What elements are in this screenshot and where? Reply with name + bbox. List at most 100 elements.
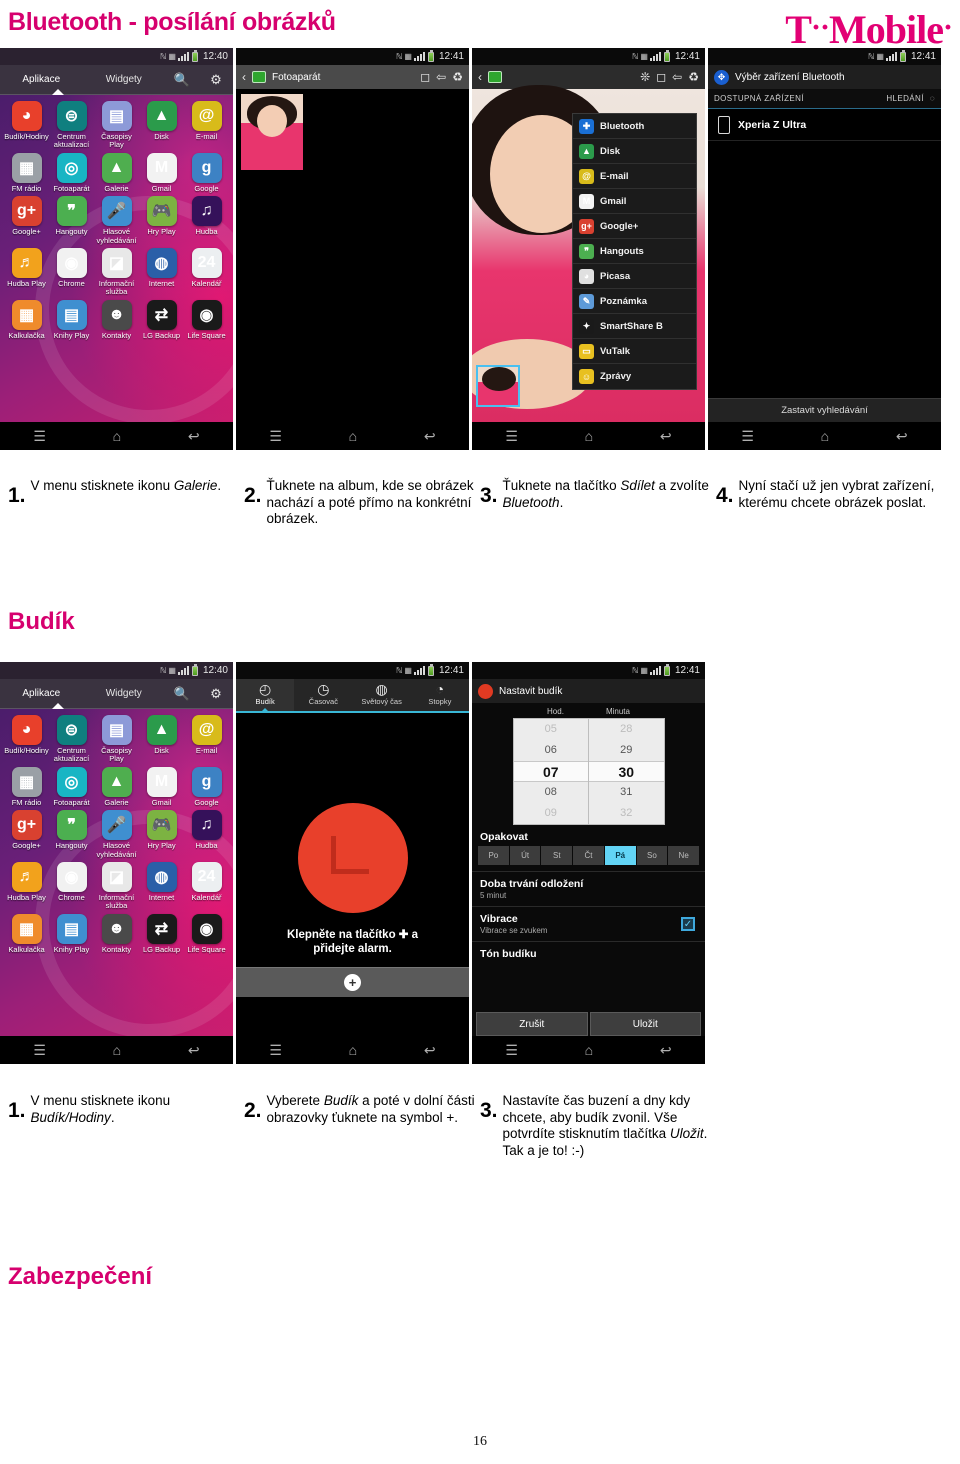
share-item-4[interactable]: g+ Google+ (573, 214, 696, 239)
app-icon-22[interactable]: ☻ Kontakty (94, 913, 139, 954)
menu-icon[interactable]: ☰ (269, 428, 282, 445)
back-icon[interactable]: ↩ (188, 428, 200, 445)
back-chevron-icon[interactable]: ‹ (242, 70, 246, 84)
app-icon-7[interactable]: ▲ Galerie (94, 152, 139, 193)
repeat-day-Po[interactable]: Po (478, 846, 509, 865)
share-item-3[interactable]: M Gmail (573, 189, 696, 214)
share-item-0[interactable]: ✚ Bluetooth (573, 114, 696, 139)
app-icon-23[interactable]: ⇄ LG Backup (139, 913, 184, 954)
home-icon[interactable]: ⌂ (821, 428, 829, 444)
repeat-days[interactable]: Po Út St Čt Pá So Ne (472, 846, 705, 865)
app-icon-22[interactable]: ☻ Kontakty (94, 299, 139, 340)
add-alarm-bar[interactable]: + (236, 967, 469, 997)
gear-icon[interactable]: ⚙ (199, 686, 233, 702)
repeat-day-So[interactable]: So (636, 846, 668, 865)
home-icon[interactable]: ⌂ (585, 1042, 593, 1058)
filmstrip-thumbnail[interactable] (476, 365, 520, 407)
vibrate-row[interactable]: Vibrace Vibrace se zvukem ✓ (472, 913, 705, 935)
app-icon-20[interactable]: ▦ Kalkulačka (4, 913, 49, 954)
app-icon-21[interactable]: ▤ Knihy Play (49, 299, 94, 340)
app-icon-1[interactable]: ⊜ Centrum aktualizací (49, 715, 94, 764)
time-picker[interactable]: 05 06 07 08 09 28 29 30 31 32 (512, 718, 665, 825)
hour-column[interactable]: 05 06 07 08 09 (513, 719, 589, 824)
app-icon-17[interactable]: ◪ Informační služba (94, 861, 139, 911)
back-icon[interactable]: ↩ (660, 428, 672, 445)
app-icon-12[interactable]: 🎤 Hlasové vyhledávání (94, 196, 139, 245)
menu-icon[interactable]: ☰ (33, 1042, 46, 1059)
device-row-xperia[interactable]: Xperia Z Ultra (708, 109, 941, 141)
clock-tab-sv-tov-as[interactable]: ◍ Světový čas (353, 679, 411, 711)
app-icon-0[interactable]: ◕ Budík/Hodiny (4, 101, 49, 150)
app-icon-13[interactable]: 🎮 Hry Play (139, 810, 184, 859)
app-icon-17[interactable]: ◪ Informační služba (94, 247, 139, 297)
back-icon[interactable]: ↩ (660, 1042, 672, 1059)
clock-tab-stopky[interactable]: ◔ Stopky (411, 679, 469, 711)
repeat-day-Čt[interactable]: Čt (573, 846, 604, 865)
app-icon-0[interactable]: ◕ Budík/Hodiny (4, 715, 49, 764)
app-icon-7[interactable]: ▲ Galerie (94, 766, 139, 807)
menu-icon[interactable]: ☰ (505, 428, 518, 445)
vibrate-checkbox[interactable]: ✓ (681, 917, 695, 931)
share-item-9[interactable]: ▭ VuTalk (573, 339, 696, 364)
app-icon-24[interactable]: ◉ Life Square (184, 299, 229, 340)
trash-icon[interactable]: ♻ (452, 70, 463, 84)
app-icon-9[interactable]: g Google (184, 766, 229, 807)
search-icon[interactable]: 🔍 (165, 686, 199, 702)
picker-value[interactable]: 08 (514, 782, 589, 803)
share-item-8[interactable]: ✦ SmartShare B (573, 314, 696, 339)
app-icon-10[interactable]: g+ Google+ (4, 810, 49, 859)
app-icon-16[interactable]: ◉ Chrome (49, 861, 94, 911)
picker-selected-value[interactable]: 07 (513, 761, 588, 782)
camera-icon[interactable]: ◻ (656, 70, 666, 84)
app-icon-18[interactable]: ◍ Internet (139, 247, 184, 297)
repeat-day-Ne[interactable]: Ne (668, 846, 700, 865)
app-icon-15[interactable]: ♬ Hudba Play (4, 861, 49, 911)
app-icon-6[interactable]: ◎ Fotoaparát (49, 152, 94, 193)
app-icon-4[interactable]: @ E-mail (184, 715, 229, 764)
picker-value[interactable]: 29 (589, 740, 664, 761)
app-icon-10[interactable]: g+ Google+ (4, 196, 49, 245)
snooze-row[interactable]: Doba trvání odložení 5 minut (472, 878, 705, 900)
repeat-day-St[interactable]: St (541, 846, 573, 865)
app-icon-12[interactable]: 🎤 Hlasové vyhledávání (94, 810, 139, 859)
app-icon-24[interactable]: ◉ Life Square (184, 913, 229, 954)
picker-value[interactable]: 32 (589, 803, 664, 824)
share-item-6[interactable]: ◕ Picasa (573, 264, 696, 289)
app-icon-23[interactable]: ⇄ LG Backup (139, 299, 184, 340)
home-icon[interactable]: ⌂ (585, 428, 593, 444)
picker-value[interactable]: 28 (589, 719, 664, 740)
app-icon-14[interactable]: ♫ Hudba (184, 810, 229, 859)
home-icon[interactable]: ⌂ (349, 428, 357, 444)
app-icon-19[interactable]: 24 Kalendář (184, 861, 229, 911)
app-icon-8[interactable]: M Gmail (139, 766, 184, 807)
tab-aplikace[interactable]: Aplikace (0, 74, 83, 85)
repeat-day-Pá[interactable]: Pá (604, 846, 636, 865)
share-icon[interactable]: ⇦ (672, 70, 682, 84)
menu-icon[interactable]: ☰ (505, 1042, 518, 1059)
share-menu[interactable]: ✚ Bluetooth ▲ Disk @ E-mail M Gmail g+ Google+ ❞ Ha… (572, 113, 697, 390)
back-icon[interactable]: ↩ (188, 1042, 200, 1059)
app-icon-16[interactable]: ◉ Chrome (49, 247, 94, 297)
back-icon[interactable]: ↩ (896, 428, 908, 445)
save-button[interactable]: Uložit (589, 1012, 701, 1036)
home-icon[interactable]: ⌂ (349, 1042, 357, 1058)
app-icon-2[interactable]: ▤ Časopisy Play (94, 715, 139, 764)
picker-value[interactable]: 31 (589, 782, 664, 803)
tone-row[interactable]: Tón budíku (472, 948, 705, 960)
gear-icon[interactable]: ⚙ (199, 72, 233, 88)
share-item-5[interactable]: ❞ Hangouts (573, 239, 696, 264)
app-icon-2[interactable]: ▤ Časopisy Play (94, 101, 139, 150)
home-icon[interactable]: ⌂ (113, 1042, 121, 1058)
plus-icon[interactable]: + (344, 974, 361, 991)
share-item-10[interactable]: ☺ Zprávy (573, 364, 696, 389)
picker-selected-value[interactable]: 30 (589, 761, 664, 782)
app-icon-4[interactable]: @ E-mail (184, 101, 229, 150)
trash-icon[interactable]: ♻ (688, 70, 699, 84)
app-icon-18[interactable]: ◍ Internet (139, 861, 184, 911)
search-icon[interactable]: 🔍 (165, 72, 199, 88)
app-icon-21[interactable]: ▤ Knihy Play (49, 913, 94, 954)
share-item-2[interactable]: @ E-mail (573, 164, 696, 189)
share-item-7[interactable]: ✎ Poznámka (573, 289, 696, 314)
app-icon-14[interactable]: ♫ Hudba (184, 196, 229, 245)
share-icon[interactable]: ⇦ (436, 70, 446, 84)
